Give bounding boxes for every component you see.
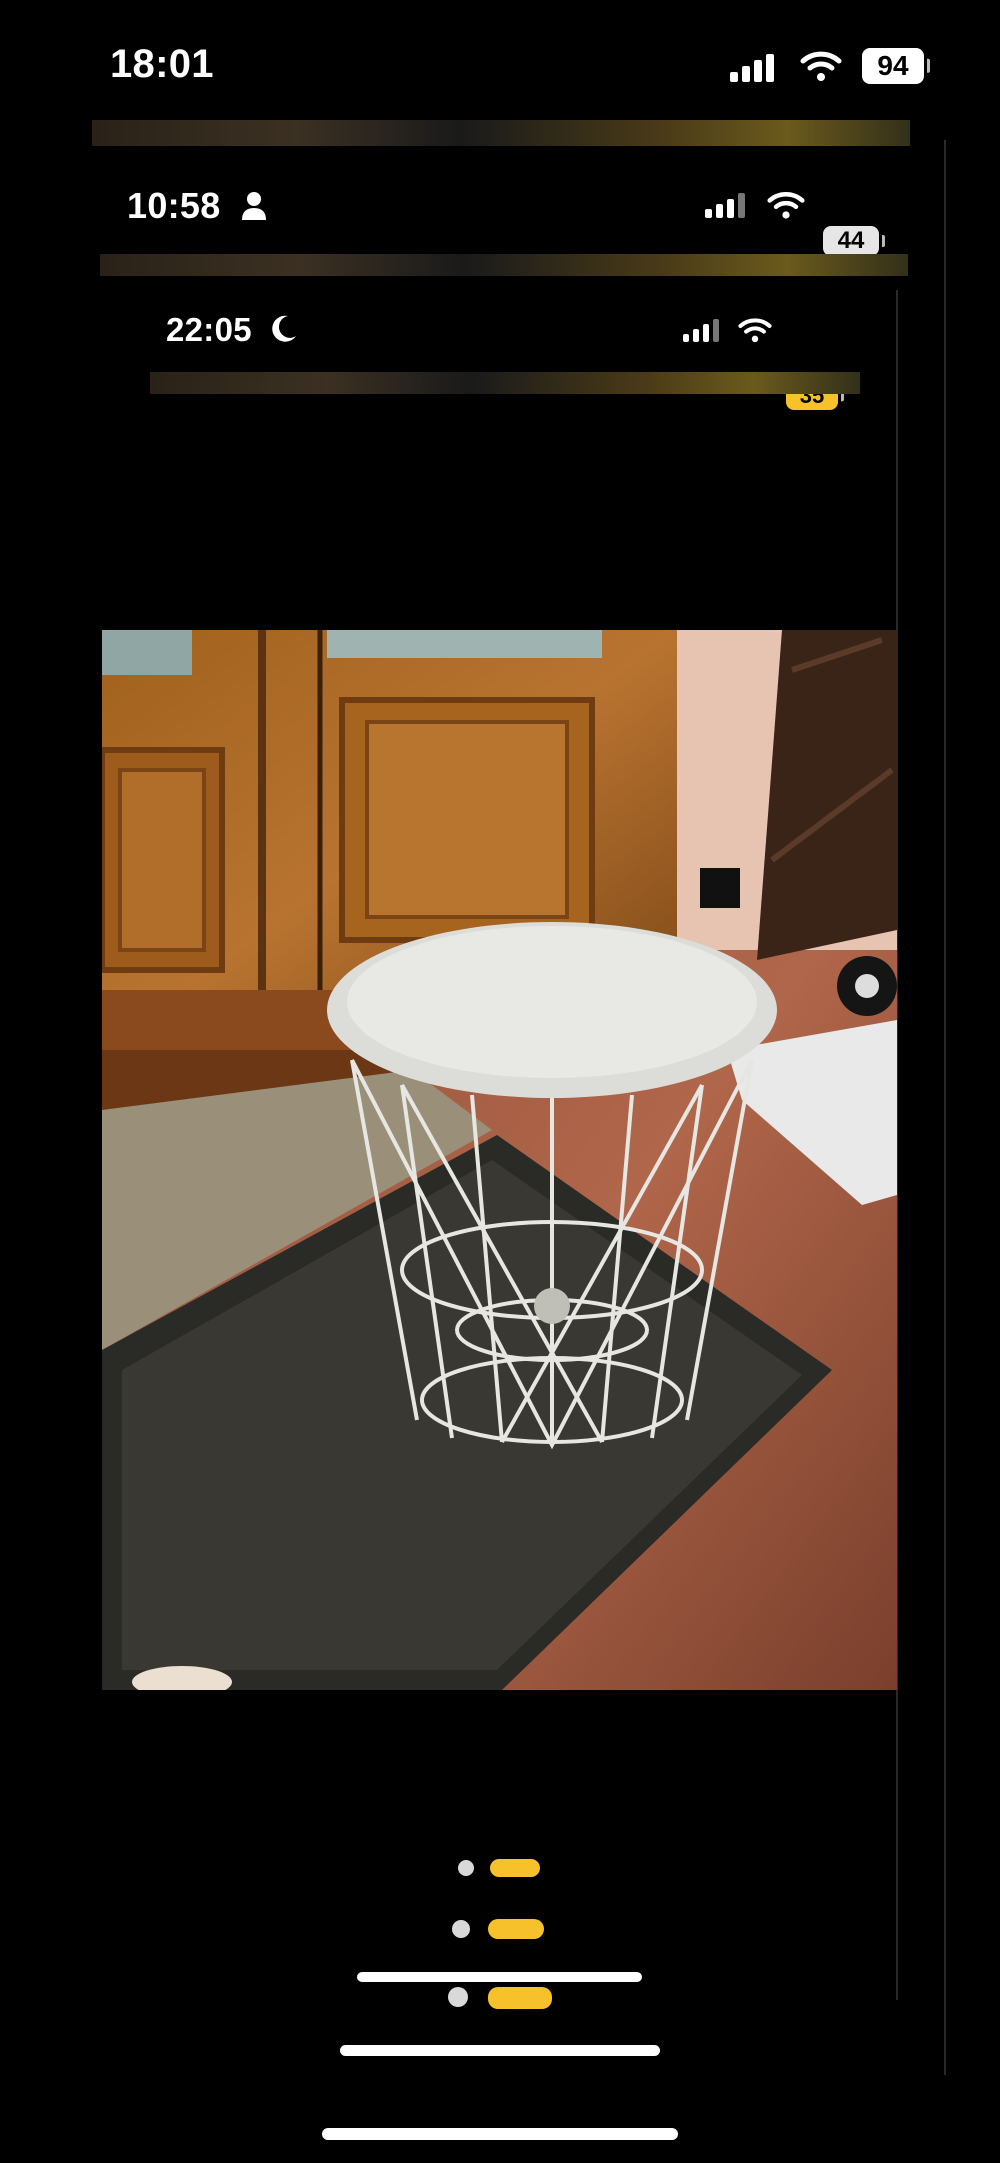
moon-icon <box>272 315 296 342</box>
home-indicator[interactable] <box>357 1972 642 1982</box>
screenshot-edge-strip <box>100 254 908 276</box>
page-dot-inactive <box>452 1920 470 1938</box>
listing-photo[interactable] <box>102 630 897 1690</box>
battery-indicator: 44 <box>823 226 879 256</box>
status-time: 10:58 <box>127 185 221 226</box>
battery-indicator: 94 <box>862 48 924 84</box>
status-time: 22:05 <box>166 311 252 348</box>
wifi-icon <box>800 51 842 81</box>
home-indicator[interactable] <box>322 2128 678 2140</box>
page-dot-active <box>488 1987 552 2009</box>
wifi-icon <box>738 318 772 343</box>
page-dot-inactive <box>448 1987 468 2007</box>
status-time: 18:01 <box>110 42 214 86</box>
frame-border <box>944 140 946 2075</box>
cellular-signal-icon <box>683 318 719 342</box>
screenshot-edge-strip <box>92 120 910 146</box>
page-dot-active <box>490 1859 540 1877</box>
person-icon <box>242 192 266 220</box>
wifi-icon <box>767 192 805 219</box>
screenshot-edge-strip <box>150 372 860 394</box>
home-indicator[interactable] <box>340 2045 660 2056</box>
white-wire-basket-side-table-icon <box>102 630 897 1690</box>
cellular-signal-icon <box>730 52 774 82</box>
cellular-signal-icon <box>705 192 745 218</box>
page-dot-inactive <box>458 1860 474 1876</box>
page-dot-active <box>488 1919 544 1939</box>
